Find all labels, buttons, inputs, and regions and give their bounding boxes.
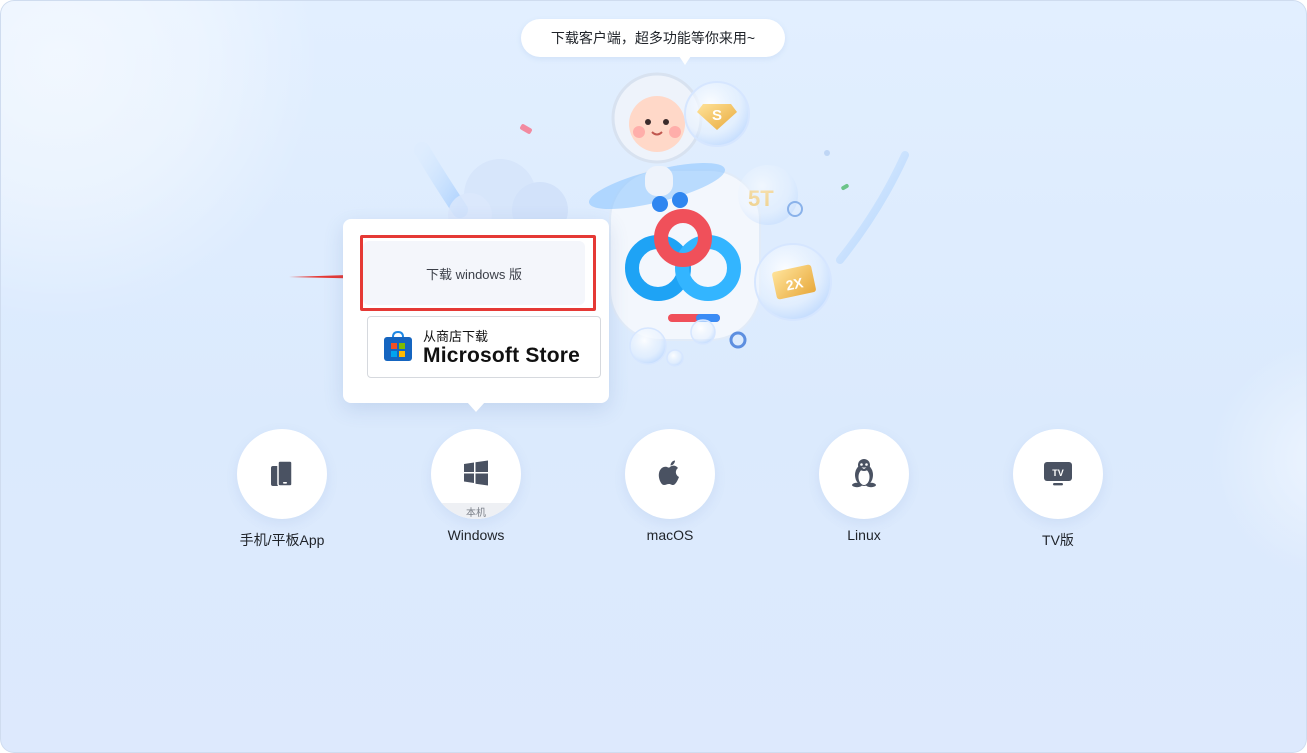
platform-macos[interactable]: macOS (600, 429, 740, 549)
promo-speech-bubble: 下载客户端，超多功能等你来用~ (521, 19, 785, 65)
platform-tv-circle: TV (1013, 429, 1103, 519)
coin-symbol: S (712, 107, 722, 124)
store-title: Microsoft Store (423, 344, 581, 367)
platform-macos-circle (625, 429, 715, 519)
phone-tablet-icon (271, 460, 293, 487)
download-windows-label: 下载 windows 版 (425, 266, 523, 282)
tv-icon-text: TV (1052, 468, 1064, 478)
microsoft-store-button[interactable]: 从商店下载 Microsoft Store (367, 316, 601, 378)
speed-bubble: 2X (754, 243, 832, 321)
store-subtitle: 从商店下载 (423, 329, 489, 344)
platform-mobile-circle (237, 429, 327, 519)
app-window: 下载客户端，超多功能等你来用~ S 2X 下载 windows 版 从商店下载 … (0, 0, 1307, 753)
promo-text: 下载客户端，超多功能等你来用~ (550, 30, 756, 46)
platform-windows[interactable]: 本机 Windows (406, 429, 546, 549)
platform-tv[interactable]: TV TV版 (988, 429, 1128, 549)
coin-bubble: S (684, 81, 750, 147)
platform-linux-circle (819, 429, 909, 519)
platform-macos-label: macOS (646, 527, 694, 543)
platform-mobile-label: 手机/平板App (239, 532, 325, 548)
apple-logo-icon (658, 460, 679, 485)
platform-linux-label: Linux (847, 527, 881, 543)
windows-download-popup: 下载 windows 版 从商店下载 Microsoft Store (343, 219, 609, 412)
platform-windows-circle: 本机 (431, 429, 521, 519)
platform-linux[interactable]: Linux (794, 429, 934, 549)
platform-windows-label: Windows (447, 527, 505, 543)
download-windows-button[interactable]: 下载 windows 版 (363, 241, 585, 305)
platform-mobile[interactable]: 手机/平板App (212, 429, 352, 549)
current-device-tag: 本机 (431, 503, 521, 519)
microsoft-store-bag-icon (384, 330, 412, 361)
platform-tv-label: TV版 (1042, 532, 1074, 548)
linux-penguin-icon (852, 459, 876, 488)
windows-logo-icon (464, 460, 488, 486)
tv-icon: TV (1044, 462, 1072, 486)
